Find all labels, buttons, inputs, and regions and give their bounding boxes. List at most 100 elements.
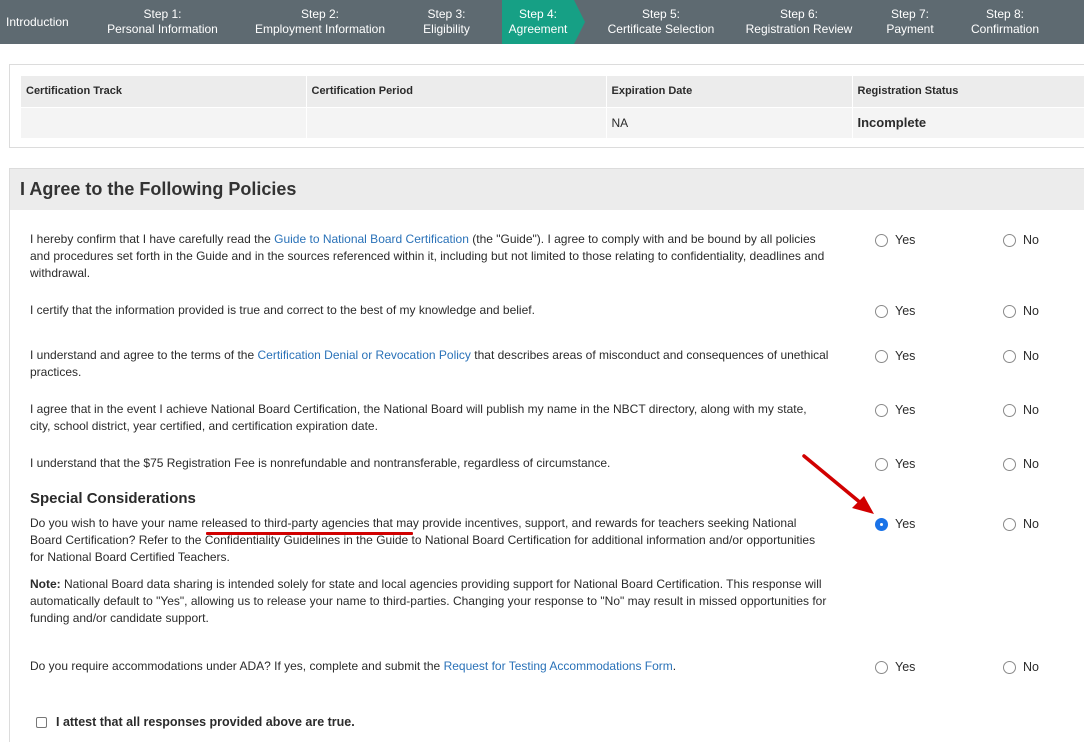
- policy-2-yes-radio[interactable]: Yes: [875, 304, 915, 318]
- note-label: Note:: [30, 577, 61, 591]
- policy-4-no-radio[interactable]: No: [1003, 403, 1039, 417]
- header-expiration-date: Expiration Date: [606, 76, 853, 107]
- radio-circle[interactable]: [1003, 457, 1016, 471]
- red-arrow-annotation: [802, 454, 874, 514]
- value-certification-period: [306, 106, 607, 138]
- special-no-radio[interactable]: No: [1003, 517, 1039, 531]
- value-expiration-date: NA: [606, 106, 853, 138]
- policy-5-no-radio[interactable]: No: [1003, 457, 1039, 471]
- step-8-confirmation[interactable]: Step 8: Confirmation: [964, 0, 1046, 44]
- radio-circle[interactable]: [875, 349, 888, 363]
- radio-circle[interactable]: [1003, 304, 1016, 318]
- policy-text-before: I agree that in the event I achieve Nati…: [30, 402, 807, 433]
- radio-label: No: [1023, 517, 1039, 531]
- policy-1-no-radio[interactable]: No: [1003, 233, 1039, 247]
- policy-text: I certify that the information provided …: [30, 302, 830, 319]
- radio-circle[interactable]: [1003, 403, 1016, 417]
- step-number: Step 3:: [427, 7, 466, 21]
- policy-1-yes-radio[interactable]: Yes: [875, 233, 915, 247]
- attest-row[interactable]: I attest that all responses provided abo…: [36, 715, 355, 729]
- radio-circle[interactable]: [875, 403, 888, 417]
- radio-circle[interactable]: [875, 660, 888, 674]
- note-body: National Board data sharing is intended …: [30, 577, 827, 625]
- policy-text: I hereby confirm that I have carefully r…: [30, 231, 830, 282]
- ada-accommodations: Do you require accommodations under ADA?…: [30, 658, 1084, 678]
- policy-text: I understand and agree to the terms of t…: [30, 347, 830, 381]
- note-text: Note: National Board data sharing is int…: [30, 576, 830, 627]
- step-label: Introduction: [6, 14, 69, 29]
- policy-text-before: I understand and agree to the terms of t…: [30, 348, 258, 362]
- policy-text: I agree that in the event I achieve Nati…: [30, 401, 830, 435]
- guide-link[interactable]: Guide to National Board Certification: [274, 232, 469, 246]
- ada-text-after: .: [672, 659, 677, 673]
- step-number: Step 4:: [518, 7, 558, 21]
- radio-circle[interactable]: [1003, 233, 1016, 247]
- step-7-payment[interactable]: Step 7: Payment: [856, 0, 964, 44]
- step-label: Payment: [886, 22, 934, 36]
- red-underline-annotation: [206, 532, 413, 535]
- policy-text-before: I certify that the information provided …: [30, 303, 535, 317]
- step-number: Step 6:: [779, 7, 819, 21]
- step-1-personal-information[interactable]: Step 1: Personal Information: [76, 0, 249, 44]
- policy-information-true: I certify that the information provided …: [30, 302, 1084, 322]
- policy-guide-agreement: I hereby confirm that I have carefully r…: [30, 231, 1084, 283]
- radio-circle[interactable]: [1003, 349, 1016, 363]
- policy-denial-revocation: I understand and agree to the terms of t…: [30, 347, 1084, 383]
- summary-value-row: NA Incomplete: [21, 106, 1084, 138]
- policy-3-yes-radio[interactable]: Yes: [875, 349, 915, 363]
- policies-title: I Agree to the Following Policies: [10, 169, 1084, 210]
- step-5-certificate-selection[interactable]: Step 5: Certificate Selection: [574, 0, 742, 44]
- radio-label: No: [1023, 304, 1039, 318]
- step-label: Confirmation: [970, 22, 1040, 36]
- radio-label: Yes: [895, 403, 916, 417]
- policy-3-no-radio[interactable]: No: [1003, 349, 1039, 363]
- policy-5-yes-radio[interactable]: Yes: [875, 457, 915, 471]
- step-4-agreement[interactable]: Step 4: Agreement: [502, 0, 585, 44]
- step-number: Step 5:: [641, 7, 681, 21]
- special-yes-radio[interactable]: Yes: [875, 517, 915, 531]
- step-2-employment-information[interactable]: Step 2: Employment Information: [249, 0, 391, 44]
- policy-4-yes-radio[interactable]: Yes: [875, 403, 915, 417]
- special-considerations-title: Special Considerations: [30, 490, 196, 507]
- step-3-eligibility[interactable]: Step 3: Eligibility: [391, 0, 502, 44]
- policy-text-before: I understand that the $75 Registration F…: [30, 456, 611, 470]
- special-note: Note: National Board data sharing is int…: [30, 576, 1084, 628]
- special-question-text: Do you wish to have your name released t…: [30, 516, 816, 564]
- radio-circle[interactable]: [875, 233, 888, 247]
- radio-label: Yes: [895, 349, 916, 363]
- ada-text-before: Do you require accommodations under ADA?…: [30, 659, 444, 673]
- step-label: Registration Review: [745, 22, 853, 36]
- step-number: Step 8:: [985, 7, 1025, 21]
- policy-2-no-radio[interactable]: No: [1003, 304, 1039, 318]
- step-introduction[interactable]: Introduction: [0, 0, 76, 44]
- radio-label: Yes: [895, 233, 916, 247]
- attest-label: I attest that all responses provided abo…: [56, 715, 355, 729]
- policy-text: I understand that the $75 Registration F…: [30, 455, 830, 472]
- ada-no-radio[interactable]: No: [1003, 660, 1039, 674]
- step-6-registration-review[interactable]: Step 6: Registration Review: [742, 0, 856, 44]
- radio-circle[interactable]: [1003, 517, 1016, 531]
- revocation-policy-link[interactable]: Certification Denial or Revocation Polic…: [257, 348, 470, 362]
- accommodations-form-link[interactable]: Request for Testing Accommodations Form: [444, 659, 673, 673]
- radio-label: No: [1023, 349, 1039, 363]
- progress-stepper: Introduction Step 1: Personal Informatio…: [0, 0, 1084, 44]
- step-label: Certificate Selection: [607, 22, 715, 36]
- radio-label: No: [1023, 660, 1039, 674]
- step-label: Eligibility: [423, 22, 470, 36]
- radio-label: Yes: [895, 304, 916, 318]
- radio-circle[interactable]: [875, 304, 888, 318]
- summary-table: Certification Track Certification Period…: [21, 76, 1084, 138]
- value-registration-status: Incomplete: [852, 106, 1084, 138]
- step-number: Step 2:: [300, 7, 340, 21]
- step-label: Agreement: [508, 22, 568, 36]
- policy-text-before: I hereby confirm that I have carefully r…: [30, 232, 275, 246]
- radio-label: Yes: [895, 660, 916, 674]
- ada-yes-radio[interactable]: Yes: [875, 660, 915, 674]
- policies-panel: I Agree to the Following Policies I here…: [9, 168, 1084, 742]
- header-registration-status: Registration Status: [852, 76, 1084, 107]
- step-number: Step 1:: [143, 7, 182, 21]
- step-label: Employment Information: [254, 22, 386, 36]
- attest-checkbox[interactable]: [36, 716, 47, 728]
- radio-label: No: [1023, 233, 1039, 247]
- radio-circle[interactable]: [1003, 660, 1016, 674]
